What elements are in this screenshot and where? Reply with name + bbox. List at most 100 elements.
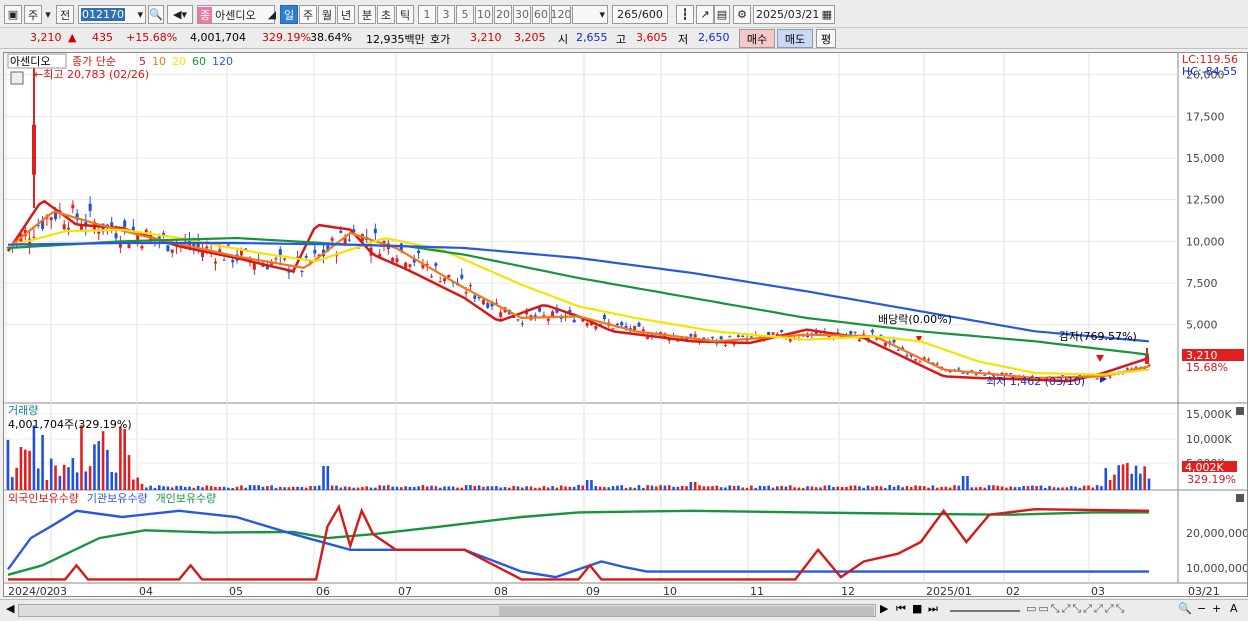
volume-bar <box>1065 487 1069 490</box>
chart-area[interactable]: 20,000 17,500 15,000 12,500 10,000 7,500 5,000… <box>3 52 1248 598</box>
scrollbar-thumb[interactable] <box>499 606 874 616</box>
minute-option[interactable]: 3 <box>437 5 455 24</box>
code-dropdown-icon[interactable]: ▾ <box>137 8 145 21</box>
volume-bar <box>702 486 706 490</box>
candle-body <box>853 331 857 333</box>
stock-code-input[interactable]: 012170 ▾ <box>78 5 146 24</box>
volume-bar <box>227 487 230 490</box>
panel-close-icon[interactable] <box>1236 407 1244 415</box>
market-dropdown-icon[interactable]: ▾ <box>43 5 53 24</box>
period-label: 주 <box>302 8 314 22</box>
volume-bar <box>555 487 559 490</box>
volume-bar <box>404 486 407 490</box>
stop-icon[interactable]: ■ <box>912 602 922 615</box>
period-week[interactable]: 주 <box>299 5 317 24</box>
save-icon[interactable]: ▤ <box>714 5 730 24</box>
volume-bar <box>737 485 740 490</box>
low-label: 저 <box>678 33 689 46</box>
volume-bar <box>183 486 187 490</box>
stock-chart[interactable]: 20,00017,50015,00012,50010,0007,5005,000… <box>4 53 1248 598</box>
name-dropdown-icon[interactable]: ◢ <box>268 5 276 24</box>
minute-option[interactable]: 10 <box>475 5 493 24</box>
table-icon[interactable] <box>10 71 24 85</box>
zoom-slider[interactable] <box>950 610 1020 612</box>
price-tick-label: 15,000 <box>1186 152 1225 165</box>
font-size-icon[interactable]: A <box>1230 602 1238 615</box>
minute-option[interactable]: 30 <box>513 5 531 24</box>
zoom-out-icon[interactable]: − <box>1197 602 1206 615</box>
stock-name-field[interactable]: 종 아센디오 <box>197 5 275 24</box>
volume-bar <box>732 486 736 490</box>
rewind-icon[interactable]: ⏮ <box>896 602 906 616</box>
candle-body <box>641 329 645 332</box>
holder-legend-item: 기관보유수량 <box>87 492 148 505</box>
scroll-right-icon[interactable]: ▶ <box>880 602 888 615</box>
volume-bar <box>892 486 896 490</box>
panel-close-icon[interactable] <box>1236 494 1244 502</box>
period-minute[interactable]: 분 <box>358 5 376 24</box>
zoom-in-icon[interactable]: + <box>1212 602 1221 615</box>
scroll-left-icon[interactable]: ◀ <box>6 602 14 615</box>
count-field[interactable]: 265/600 <box>612 5 668 24</box>
volume-bar <box>399 487 403 490</box>
volume-bar <box>659 485 662 490</box>
candle-type-icon[interactable]: ┇ <box>676 5 694 24</box>
volume-bar <box>1082 485 1086 490</box>
volume-bar <box>1091 487 1095 490</box>
market-label: 주 <box>27 8 39 22</box>
gear-icon[interactable]: ⚙ <box>733 5 751 24</box>
volume-bar <box>503 487 507 490</box>
minute-option[interactable]: 20 <box>494 5 512 24</box>
market-select[interactable]: 주 <box>24 5 42 24</box>
volume-bar <box>585 480 589 490</box>
volume-bar <box>361 486 364 490</box>
forward-icon[interactable]: ⏭ <box>928 602 938 616</box>
window-menu-icon[interactable]: ▣ <box>4 5 22 24</box>
volume-bar <box>905 485 909 490</box>
buy-button[interactable]: 매수 <box>739 29 775 48</box>
period-year[interactable]: 년 <box>337 5 355 24</box>
volume-bar <box>845 486 848 490</box>
volume-bar <box>979 486 982 490</box>
volume-bar <box>343 486 347 490</box>
candle-body <box>140 246 144 249</box>
candle-body <box>637 322 641 327</box>
period-month[interactable]: 월 <box>318 5 336 24</box>
candle-body <box>274 258 278 260</box>
search-icon[interactable]: 🔍 <box>148 5 164 24</box>
minute-option[interactable]: 1 <box>418 5 436 24</box>
volume-value: 4,001,704 <box>190 31 246 44</box>
toolbar: ▣ 주 ▾ 전 012170 ▾ 🔍 ◀▾ 종 아센디오 ◢ 일 주 월 년 분… <box>0 0 1248 28</box>
x-axis-label: 11 <box>750 585 764 596</box>
speaker-icon[interactable]: ◀▾ <box>167 5 193 24</box>
volume-bar <box>793 487 796 490</box>
eval-button[interactable]: 평 <box>816 29 836 48</box>
tool-icons[interactable]: ▭▭⤡⤢⤡⤢⤢⤢⤡ <box>1026 602 1126 616</box>
volume-bar <box>542 486 546 490</box>
minute-option[interactable]: 5 <box>456 5 474 24</box>
minute-option[interactable]: 120 <box>551 5 571 24</box>
sell-button[interactable]: 매도 <box>777 29 813 48</box>
volume-bar <box>330 485 334 490</box>
minute-option[interactable]: 60 <box>532 5 550 24</box>
x-axis-label: 07 <box>398 585 412 596</box>
volume-bar <box>538 487 541 490</box>
volume-bar <box>629 487 632 490</box>
interval-select[interactable]: ▾ <box>572 5 608 24</box>
volume-bar <box>412 486 416 490</box>
calendar-icon[interactable]: ▦ <box>822 8 832 21</box>
draw-line-icon[interactable]: ↗ <box>696 5 714 24</box>
volume-tick-label: 15,000K <box>1186 408 1232 421</box>
volume-bar <box>533 487 537 490</box>
candle-body <box>88 203 92 211</box>
prefix-button[interactable]: 전 <box>56 5 74 24</box>
period-tick[interactable]: 틱 <box>396 5 414 24</box>
period-day[interactable]: 일 <box>280 5 298 24</box>
zoom-icon[interactable]: 🔍 <box>1178 602 1192 615</box>
scrollbar-track[interactable] <box>18 604 876 617</box>
capital-reduction-note: 감자(769.57%) <box>1059 330 1137 343</box>
candle-body <box>780 330 784 332</box>
date-field[interactable]: 2025/03/21 ▦ <box>753 5 835 24</box>
volume-bar <box>1078 487 1082 490</box>
period-second[interactable]: 초 <box>377 5 395 24</box>
